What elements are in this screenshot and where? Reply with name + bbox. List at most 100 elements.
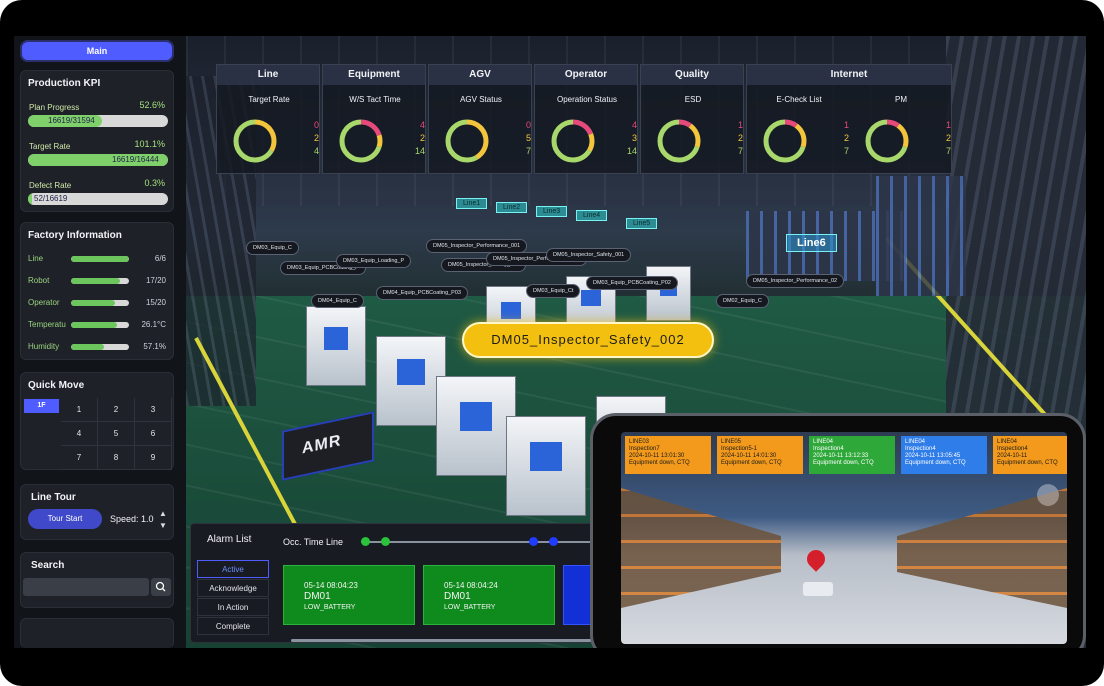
speed-stepper[interactable]: ▲ ▼ xyxy=(159,509,167,530)
factory-info-bar xyxy=(71,322,129,328)
alarm-message: LOW_BATTERY xyxy=(304,604,356,611)
equipment-machine[interactable] xyxy=(306,306,366,386)
timeline-dot[interactable] xyxy=(549,537,558,546)
alarm-card[interactable]: 05-14 08:04:24 DM01 LOW_BATTERY xyxy=(423,565,555,625)
notification-msg: Equipment down, CTQ xyxy=(905,460,966,466)
notification-msg: Equipment down, CTQ xyxy=(813,460,874,466)
line-tag-3[interactable]: Line3 xyxy=(536,206,568,217)
phone-notification[interactable]: LINE04 Inspection4 2024-10-11 13:12:33 Equi… xyxy=(809,436,895,474)
factory-info-value: 57.1% xyxy=(143,342,166,351)
notification-time: 2024-10-11 13:12:33 xyxy=(813,453,869,459)
tour-start-button[interactable]: Tour Start xyxy=(28,509,102,529)
equipment-tag[interactable]: DM05_Inspector_Performance_02 xyxy=(746,274,845,288)
phone-notification[interactable]: LINE04 Inspection4 2024-10-11 Equipment dow… xyxy=(993,436,1067,474)
notification-detail: Inspection4 xyxy=(997,446,1028,452)
factory-info-fill xyxy=(71,322,118,328)
line-tag-2[interactable]: Line2 xyxy=(496,202,528,213)
timeline-dot[interactable] xyxy=(529,537,538,546)
kpi-count: 5 xyxy=(525,133,531,143)
kpi-card[interactable]: Operation Status 4 3 14 xyxy=(535,89,639,173)
equipment-tag[interactable]: DM03_Equip_PCBCoating_P02 xyxy=(586,276,678,290)
quick-move-cell-8[interactable]: 8 xyxy=(98,446,135,470)
factory-info-fill xyxy=(71,278,121,284)
kpi-count: 1 xyxy=(737,120,743,130)
selected-equipment-label[interactable]: DM05_Inspector_Safety_002 xyxy=(462,322,714,358)
line-tag-1[interactable]: Line1 xyxy=(456,198,488,209)
device-frame: Main Production KPI Plan Progress 52.6% … xyxy=(0,0,1104,686)
kpi-count: 7 xyxy=(737,146,743,156)
notification-line: LINE04 xyxy=(905,439,926,445)
alarm-device: DM01 xyxy=(444,591,471,602)
speed-down-icon[interactable]: ▼ xyxy=(159,521,167,530)
kpi-counts: 4 3 14 xyxy=(613,119,637,158)
kpi-card[interactable]: E-Check List 1 2 7 xyxy=(747,89,851,173)
quick-move-cell-2[interactable]: 2 xyxy=(98,398,135,422)
quick-move-cell-5[interactable]: 5 xyxy=(98,422,135,446)
equipment-tag[interactable]: DM03_Equip_Ct xyxy=(526,284,581,298)
equipment-tag[interactable]: DM02_Equip_C xyxy=(716,294,769,308)
factory-info-value: 17/20 xyxy=(145,276,166,285)
kpi-donut-chart xyxy=(339,119,383,163)
phone-notification[interactable]: LINE03 Inspection7 2024-10-11 13:01:30 Equi… xyxy=(625,436,711,474)
alarm-time: 05-14 08:04:23 xyxy=(304,581,358,590)
main-button[interactable]: Main xyxy=(20,40,174,62)
kpi-card[interactable]: Target Rate 0 2 4 xyxy=(217,89,321,173)
alarm-tab-in-action[interactable]: In Action xyxy=(197,598,269,616)
plan-progress-label: Plan Progress xyxy=(29,103,80,112)
mobile-warehouse-view[interactable]: LINE03 Inspection7 2024-10-11 13:01:30 Equi… xyxy=(621,432,1067,644)
kpi-card[interactable]: W/S Tact Time 4 2 14 xyxy=(323,89,427,173)
alarm-card[interactable]: 05-14 08:04:23 DM01 LOW_BATTERY xyxy=(283,565,415,625)
equipment-tag[interactable]: DM03_Equip_C xyxy=(246,241,299,255)
defect-rate-label: Defect Rate xyxy=(29,181,72,190)
notification-time: 2024-10-11 13:01:30 xyxy=(629,453,685,459)
alarm-device: DM01 xyxy=(304,591,331,602)
quick-move-cell-7[interactable]: 7 xyxy=(61,446,98,470)
notification-time: 2024-10-11 xyxy=(997,453,1028,459)
mobile-phone-overlay: LINE03 Inspection7 2024-10-11 13:01:30 Equi… xyxy=(590,413,1086,648)
alarm-tab-active[interactable]: Active xyxy=(197,560,269,578)
search-input[interactable] xyxy=(23,578,149,596)
line-tag-5[interactable]: Line5 xyxy=(626,218,658,229)
camera-button[interactable] xyxy=(1037,484,1059,506)
notification-line: LINE04 xyxy=(997,439,1018,445)
timeline-dot[interactable] xyxy=(361,537,370,546)
phone-notification[interactable]: LINE05 Inspection5-1 2024-10-11 14:01:30 Eq… xyxy=(717,436,803,474)
equipment-machine[interactable] xyxy=(436,376,516,476)
quick-move-cell-9[interactable]: 9 xyxy=(135,446,172,470)
quick-move-cell-4[interactable]: 4 xyxy=(61,422,98,446)
defect-rate-pct: 0.3% xyxy=(144,178,165,188)
phone-notification[interactable]: LINE04 Inspection4 2024-10-11 13:05:45 Equi… xyxy=(901,436,987,474)
equipment-machine[interactable] xyxy=(646,266,691,321)
kpi-card[interactable]: AGV Status 0 5 7 xyxy=(429,89,533,173)
alarm-time: 05-14 08:04:24 xyxy=(444,581,498,590)
equipment-tag[interactable]: DM04_Equip_PCBCoating_P03 xyxy=(376,286,468,300)
timeline-dot[interactable] xyxy=(381,537,390,546)
equipment-tag[interactable]: DM04_Equip_C xyxy=(311,294,364,308)
quick-move-cell-3[interactable]: 3 xyxy=(135,398,172,422)
speed-up-icon[interactable]: ▲ xyxy=(159,509,167,518)
line-tag-4[interactable]: Line4 xyxy=(576,210,608,221)
kpi-group-operator: Operator Operation Status 4 3 14 xyxy=(534,64,638,174)
quick-move-cell-6[interactable]: 6 xyxy=(135,422,172,446)
kpi-group-title: Quality xyxy=(641,65,743,85)
alarm-tab-complete[interactable]: Complete xyxy=(197,617,269,635)
search-button[interactable] xyxy=(151,578,171,596)
equipment-machine[interactable] xyxy=(506,416,586,516)
factory-info-label: Humidity xyxy=(28,342,60,351)
speed-label: Speed: 1.0 xyxy=(110,514,154,524)
equipment-tag[interactable]: DM03_Equip_Loading_P xyxy=(336,254,412,268)
kpi-card[interactable]: ESD 1 2 7 xyxy=(641,89,745,173)
equipment-tag[interactable]: DM05_Inspector_Performance_001 xyxy=(426,239,528,253)
kpi-card[interactable]: PM 1 2 7 xyxy=(849,89,953,173)
alarm-tab-acknowledge[interactable]: Acknowledge xyxy=(197,579,269,597)
quick-move-title: Quick Move xyxy=(28,380,85,391)
equipment-tag[interactable]: DM05_Inspector_Safety_001 xyxy=(546,248,632,262)
line-tag-6[interactable]: Line6 xyxy=(786,234,837,252)
quick-move-cell-1[interactable]: 1 xyxy=(61,398,98,422)
kpi-count: 3 xyxy=(631,133,637,143)
search-title: Search xyxy=(31,560,65,571)
production-kpi-title: Production KPI xyxy=(28,78,101,89)
kpi-group-quality: Quality ESD 1 2 7 xyxy=(640,64,744,174)
kpi-count: 2 xyxy=(419,133,425,143)
plan-progress-bar: 16619/31594 xyxy=(28,115,168,127)
